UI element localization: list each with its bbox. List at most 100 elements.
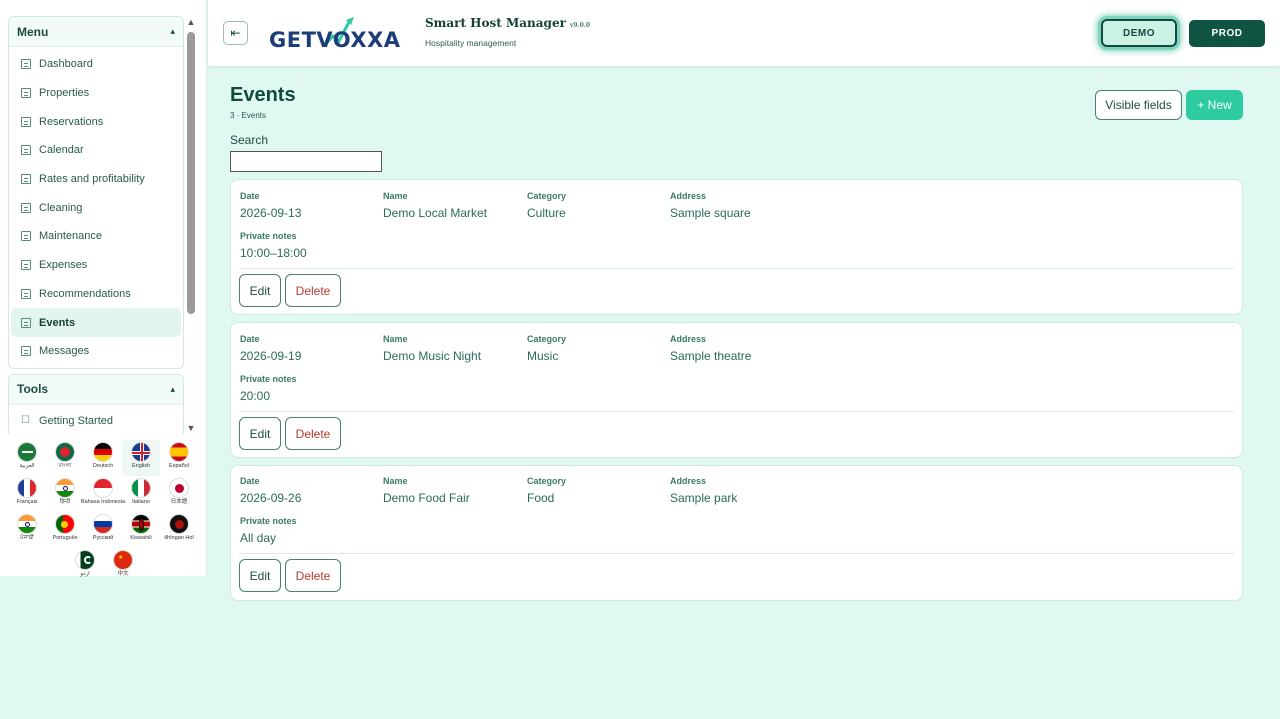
flag-in-icon — [17, 514, 37, 534]
edit-button[interactable]: Edit — [239, 417, 281, 450]
lang-label: বাংলা — [58, 463, 72, 469]
env-demo-button[interactable]: DEMO — [1101, 19, 1177, 47]
notes-value: 20:00 — [240, 389, 271, 403]
guide-icon: ☐ — [21, 415, 30, 427]
sidebar-scrollbar[interactable]: ▲ ▼ — [186, 16, 196, 433]
flag-it-icon — [131, 478, 151, 498]
lang-pa[interactable]: ਪੰਜਾਬੀ — [8, 512, 46, 548]
list-icon — [21, 88, 31, 99]
app-version: v9.0.0 — [569, 22, 591, 29]
lang-bn[interactable]: বাংলা — [46, 440, 84, 476]
lang-label: اردو — [80, 571, 90, 577]
lang-label: Русский — [92, 535, 114, 541]
flag-es-icon — [169, 442, 189, 462]
lang-en[interactable]: English — [122, 440, 160, 476]
lang-sw[interactable]: Kiswahili — [122, 512, 160, 548]
list-icon — [21, 116, 31, 127]
sidebar-item-label: Properties — [39, 87, 90, 100]
flag-pt-icon — [55, 514, 75, 534]
category-value: Food — [527, 491, 555, 505]
lang-tlh[interactable]: tlhIngan Hol — [160, 512, 198, 548]
sidebar-item-calendar[interactable]: Calendar — [11, 136, 181, 165]
name-label: Name — [383, 476, 408, 486]
sidebar-collapse-button[interactable]: ⇤ — [223, 21, 248, 45]
sidebar-item-recommendations[interactable]: Recommendations — [11, 280, 181, 309]
sidebar-item-label: Maintenance — [39, 230, 102, 243]
lang-pt[interactable]: Português — [46, 512, 84, 548]
flag-id-icon — [93, 478, 113, 498]
lang-ja[interactable]: 日本語 — [160, 476, 198, 512]
main-content: Events 3 · Events Visible fields + New S… — [230, 84, 1243, 601]
date-label: Date — [240, 476, 260, 486]
scroll-up-icon[interactable]: ▲ — [186, 16, 196, 28]
sidebar-item-label: Getting Started — [39, 414, 113, 427]
sidebar-scroll-area: Menu ▴ Dashboard Properties Reservations… — [8, 16, 184, 434]
delete-button[interactable]: Delete — [285, 274, 341, 307]
lang-zh[interactable]: ★ 中文 — [104, 548, 142, 584]
flag-sa-icon — [17, 442, 37, 462]
category-value: Culture — [527, 206, 566, 220]
page-title: Events — [230, 84, 296, 106]
lang-label: Italiano — [132, 499, 150, 505]
lang-id[interactable]: Bahasa Indonesia — [81, 476, 125, 512]
sidebar-item-expenses[interactable]: Expenses — [11, 251, 181, 280]
record-count: 3 · Events — [230, 111, 267, 120]
delete-button[interactable]: Delete — [285, 417, 341, 450]
sidebar-item-rates[interactable]: Rates and profitability — [11, 165, 181, 194]
lang-label: العربية — [19, 463, 35, 469]
list-icon — [21, 202, 31, 213]
lang-label: 日本語 — [170, 499, 188, 505]
tools-panel-header[interactable]: Tools ▴ — [9, 374, 183, 405]
sidebar-item-dashboard[interactable]: Dashboard — [11, 50, 181, 79]
address-label: Address — [670, 334, 707, 344]
collapse-caret-icon[interactable]: ▴ — [170, 26, 175, 37]
list-icon — [21, 346, 31, 357]
menu-panel-header[interactable]: Menu ▴ — [9, 17, 183, 47]
scrollbar-thumb[interactable] — [187, 32, 195, 314]
sidebar-item-events[interactable]: Events — [11, 308, 181, 337]
app-title: Smart Host Manager v9.0.0 — [425, 16, 590, 30]
sidebar-item-cleaning[interactable]: Cleaning — [11, 193, 181, 222]
sidebar-item-label: Dashboard — [39, 58, 93, 71]
list-icon — [21, 174, 31, 185]
new-event-button[interactable]: + New — [1186, 90, 1243, 120]
sidebar: Menu ▴ Dashboard Properties Reservations… — [0, 0, 207, 577]
event-card: Date 2026-09-19 Name Demo Music Night Ca… — [230, 322, 1243, 458]
lang-label: Kiswahili — [130, 535, 152, 541]
lang-it[interactable]: Italiano — [122, 476, 160, 512]
edit-button[interactable]: Edit — [239, 559, 281, 592]
delete-button[interactable]: Delete — [285, 559, 341, 592]
name-value: Demo Music Night — [383, 349, 482, 363]
sidebar-item-label: Expenses — [39, 259, 88, 272]
tools-title: Tools — [17, 382, 49, 397]
lang-de[interactable]: Deutsch — [84, 440, 122, 476]
lang-hi[interactable]: हिन्दी — [46, 476, 84, 512]
lang-fr[interactable]: Français — [8, 476, 46, 512]
sidebar-item-label: Reservations — [39, 115, 104, 128]
lang-label: English — [131, 463, 151, 469]
sidebar-item-reservations[interactable]: Reservations — [11, 107, 181, 136]
sidebar-item-getting-started[interactable]: ☐ Getting Started — [11, 407, 181, 434]
brand-logo: GETVOXXA — [269, 14, 411, 54]
lang-ar[interactable]: العربية — [8, 440, 46, 476]
notes-label: Private notes — [240, 516, 297, 526]
sidebar-item-maintenance[interactable]: Maintenance — [11, 222, 181, 251]
scroll-down-icon[interactable]: ▼ — [186, 422, 196, 434]
menu-title: Menu — [17, 24, 49, 39]
env-prod-button[interactable]: PROD — [1189, 20, 1265, 47]
card-divider — [239, 268, 1234, 269]
visible-fields-button[interactable]: Visible fields — [1095, 90, 1182, 120]
lang-es[interactable]: Español — [160, 440, 198, 476]
lang-ur[interactable]: اردو — [66, 548, 104, 584]
card-divider — [239, 411, 1234, 412]
collapse-caret-icon[interactable]: ▴ — [170, 384, 175, 395]
lang-label: 中文 — [117, 571, 129, 577]
list-icon — [21, 231, 31, 242]
sidebar-item-messages[interactable]: Messages — [11, 337, 181, 366]
edit-button[interactable]: Edit — [239, 274, 281, 307]
list-icon — [21, 145, 31, 156]
lang-ru[interactable]: Русский — [84, 512, 122, 548]
sidebar-item-properties[interactable]: Properties — [11, 79, 181, 108]
date-label: Date — [240, 191, 260, 201]
search-input[interactable] — [230, 151, 382, 172]
